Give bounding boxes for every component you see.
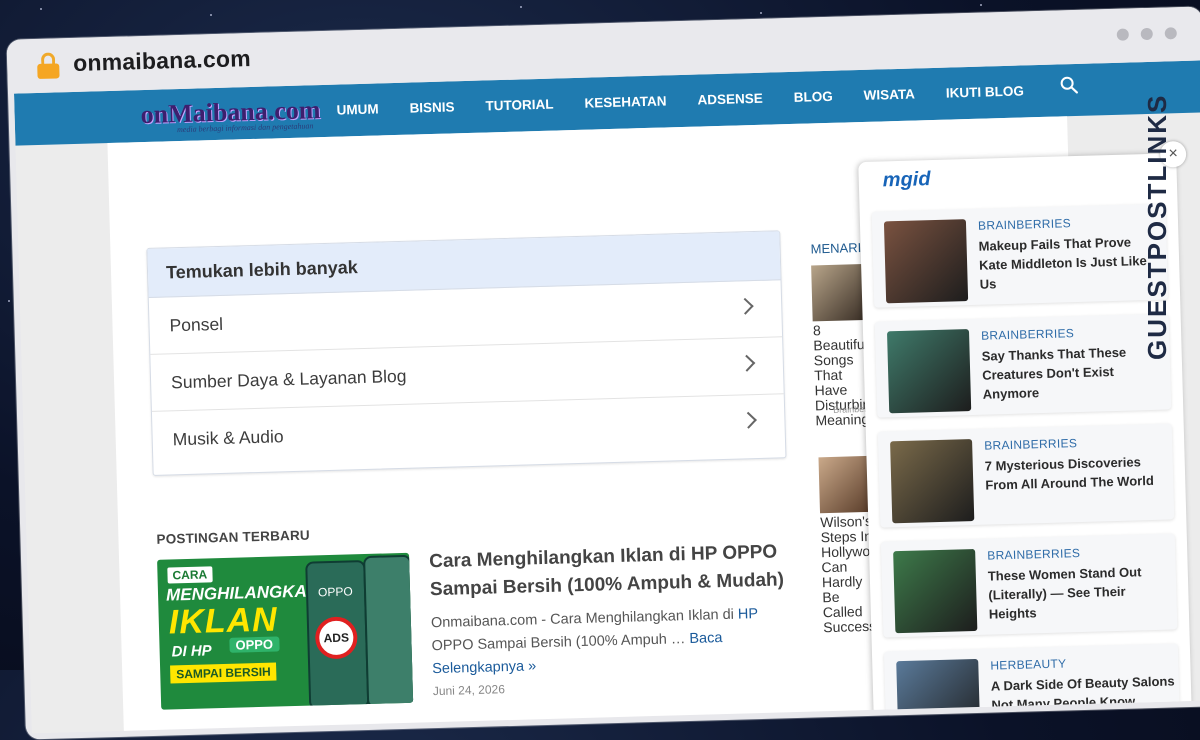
window-controls: [1116, 27, 1177, 41]
site-logo[interactable]: onMaibana.com media berbagi informasi da…: [140, 95, 321, 134]
nav-tutorial[interactable]: TUTORIAL: [485, 97, 553, 114]
chevron-right-icon: [736, 297, 754, 315]
ad-card-title[interactable]: These Women Stand Out (Literally) — See …: [988, 561, 1174, 623]
nav-blog[interactable]: BLOG: [794, 89, 833, 105]
lock-icon: [37, 52, 60, 79]
main-nav: UMUM BISNIS TUTORIAL KESEHATAN ADSENSE B…: [336, 83, 1055, 117]
nav-umum[interactable]: UMUM: [336, 101, 378, 117]
sidebar-image[interactable]: [811, 263, 865, 322]
ad-card-image[interactable]: [896, 658, 981, 734]
mgid-logo[interactable]: mgid: [882, 168, 930, 192]
nav-adsense[interactable]: ADSENSE: [697, 91, 763, 108]
ad-card-source: BRAINBERRIES: [980, 326, 1075, 343]
ad-card-title[interactable]: Say Thanks That These Creatures Don't Ex…: [981, 342, 1167, 404]
excerpt-text: OPPO Sampai Bersih (100% Ampuh …: [431, 631, 686, 655]
ad-card[interactable]: BRAINBERRIES These Women Stand Out (Liter…: [880, 533, 1178, 638]
watermark-text: GUESTPOSTLINKS: [1142, 93, 1172, 360]
url-text[interactable]: onmaibana.com: [73, 45, 251, 77]
nav-bisnis[interactable]: BISNIS: [409, 99, 454, 115]
ad-card-source: HERBEAUTY: [990, 656, 1067, 673]
window-dot[interactable]: [1116, 28, 1129, 41]
sidebar-image[interactable]: [818, 455, 871, 514]
discover-item-label: Ponsel: [169, 313, 224, 335]
phone-graphic: [363, 554, 414, 709]
excerpt-link[interactable]: HP: [738, 606, 758, 623]
window-dot[interactable]: [1164, 27, 1177, 40]
post-title[interactable]: Cara Menghilangkan Iklan di HP OPPO Samp…: [429, 538, 790, 604]
discover-item-label: Sumber Daya & Layanan Blog: [170, 365, 407, 392]
thumb-text: SAMPAI BERSIH: [170, 662, 277, 684]
ad-card-source: BRAINBERRIES: [977, 216, 1072, 233]
ad-card[interactable]: HERBEAUTY A Dark Side Of Beauty Salons No…: [883, 643, 1181, 734]
thumb-text: OPPO: [317, 584, 353, 600]
browser-window: onmaibana.com onMaibana.com media berbag…: [0, 0, 1200, 740]
ad-card-source: BRAINBERRIES: [984, 436, 1078, 453]
ad-card[interactable]: BRAINBERRIES Makeup Fails That Prove Kate…: [871, 203, 1169, 308]
post-excerpt: Onmaibana.com - Cara Menghilangkan Iklan…: [431, 602, 793, 681]
post-thumbnail[interactable]: CARA MENGHILANGKAN IKLAN DI HP OPPO SAMP…: [157, 552, 414, 710]
thumb-text: DI HP: [171, 642, 212, 661]
ad-card[interactable]: BRAINBERRIES 7 Mysterious Discoveries Fro…: [877, 423, 1175, 528]
search-icon[interactable]: [1060, 76, 1078, 94]
ad-card-image[interactable]: [893, 548, 978, 634]
post-date: Juni 24, 2026: [432, 682, 506, 699]
web-page: onMaibana.com media berbagi informasi da…: [14, 60, 1200, 734]
thumb-text: OPPO: [229, 636, 280, 653]
ad-card-image[interactable]: [883, 219, 969, 304]
window-dot[interactable]: [1140, 27, 1153, 41]
nav-ikuti-blog[interactable]: IKUTI BLOG: [946, 83, 1024, 100]
discover-more-card: Temukan lebih banyak Ponsel Sumber Daya …: [146, 230, 787, 476]
nav-wisata[interactable]: WISATA: [863, 86, 915, 102]
excerpt-text: Onmaibana.com - Cara Menghilangkan Iklan…: [430, 606, 735, 632]
ad-card-title[interactable]: A Dark Side Of Beauty Salons Not Many Pe…: [991, 671, 1177, 733]
ad-card[interactable]: BRAINBERRIES Say Thanks That These Creatu…: [874, 313, 1172, 418]
window-frame: onmaibana.com onMaibana.com media berbag…: [6, 6, 1200, 740]
ad-card-image[interactable]: [886, 329, 972, 414]
nav-kesehatan[interactable]: KESEHATAN: [584, 93, 666, 110]
thumb-text: CARA: [167, 566, 213, 584]
ad-card-title[interactable]: 7 Mysterious Discoveries From All Around…: [985, 452, 1170, 495]
chevron-right-icon: [739, 411, 757, 429]
discover-item-label: Musik & Audio: [172, 425, 284, 449]
ad-card-image[interactable]: [890, 439, 975, 524]
chevron-right-icon: [738, 354, 756, 372]
latest-posts-heading: POSTINGAN TERBARU: [156, 527, 311, 547]
ad-card-source: BRAINBERRIES: [987, 546, 1081, 563]
ad-card-title[interactable]: Makeup Fails That Prove Kate Middleton I…: [978, 232, 1164, 294]
